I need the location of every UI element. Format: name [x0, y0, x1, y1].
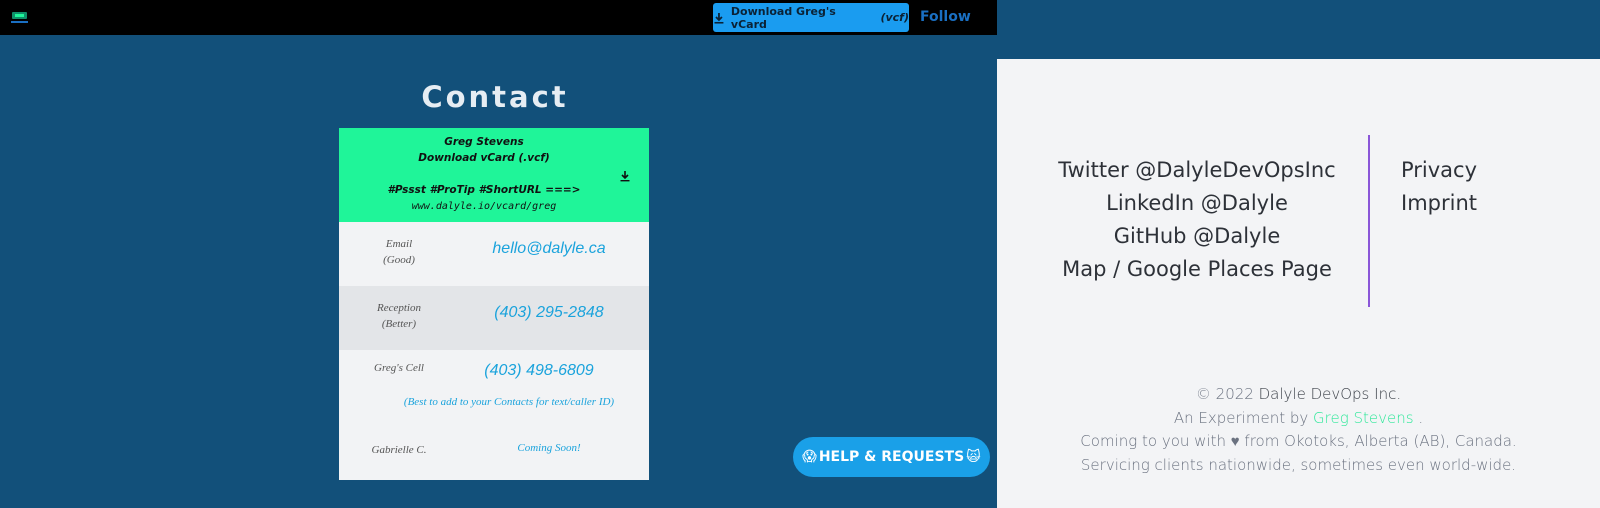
help-requests-button[interactable]: 😱 HELP & REQUESTS 🙀 [793, 437, 990, 477]
copyright-line: © 2022 Dalyle DevOps Inc. [997, 383, 1600, 407]
reception-label-line1: Reception [377, 302, 421, 314]
card-protip: #Pssst #ProTip #ShortURL ===> [387, 184, 581, 196]
copyright-year: © 2022 [1195, 385, 1254, 403]
contact-row-gabrielle: Gabrielle C. Coming Soon! [339, 428, 649, 480]
help-requests-label: HELP & REQUESTS [818, 449, 965, 465]
email-link[interactable]: hello@dalyle.ca [469, 240, 629, 258]
card-name: Greg Stevens [444, 136, 524, 148]
linkedin-link[interactable]: LinkedIn @Dalyle [1037, 187, 1357, 220]
contact-card: Greg Stevens Download vCard (.vcf) #Psss… [339, 128, 649, 480]
legal-links: Privacy Imprint [1387, 154, 1491, 220]
imprint-link[interactable]: Imprint [1387, 187, 1491, 220]
card-short-url[interactable]: www.dalyle.io/vcard/greg [339, 201, 629, 212]
email-label-line2: (Good) [383, 254, 415, 266]
follow-link[interactable]: Follow [920, 9, 971, 25]
contact-row-email: Email (Good) hello@dalyle.ca [339, 222, 649, 286]
email-label: Email (Good) [357, 236, 441, 268]
download-icon [714, 12, 724, 24]
email-label-line1: Email [385, 238, 413, 250]
top-navbar: Download Greg's vCard (vcf) Follow [0, 0, 997, 35]
download-vcard-button[interactable]: Download Greg's vCard (vcf) [713, 3, 909, 32]
cat-scream-emoji-icon: 🙀 [966, 449, 981, 465]
footer-top-band [997, 0, 1600, 59]
company-name: Dalyle DevOps Inc. [1258, 385, 1402, 403]
cell-note: (Best to add to your Contacts for text/c… [403, 396, 615, 408]
cell-phone-link[interactable]: (403) 498-6809 [459, 362, 619, 380]
gabrielle-value: Coming Soon! [517, 442, 581, 454]
greg-stevens-link[interactable]: Greg Stevens [1313, 409, 1414, 427]
experiment-prefix: An Experiment by [1173, 408, 1309, 427]
twitter-link[interactable]: Twitter @DalyleDevOpsInc [1037, 154, 1357, 187]
contact-row-reception: Reception (Better) (403) 295-2848 [339, 286, 649, 350]
card-download-text: Download vCard (.vcf) [418, 152, 550, 164]
service-line: Servicing clients nationwide, sometimes … [1080, 455, 1517, 474]
reception-label: Reception (Better) [357, 300, 441, 332]
download-vcard-label: Download Greg's vCard [730, 4, 836, 31]
page-title: Contact [421, 80, 569, 114]
contact-row-cell: Greg's Cell (403) 498-6809 (Best to add … [339, 350, 649, 418]
scream-emoji-icon: 😱 [802, 449, 817, 465]
vertical-divider [1368, 135, 1370, 307]
cell-label: Greg's Cell [374, 362, 424, 374]
social-links: Twitter @DalyleDevOpsInc LinkedIn @Dalyl… [1037, 154, 1357, 286]
google-places-link[interactable]: Map / Google Places Page [1037, 253, 1357, 286]
reception-label-line2: (Better) [381, 318, 417, 330]
location-line: Coming to you with ♥ from Okotoks, Alber… [1080, 432, 1517, 450]
experiment-line: An Experiment by Greg Stevens . [997, 407, 1600, 431]
download-icon[interactable] [619, 170, 631, 182]
reception-phone-link[interactable]: (403) 295-2848 [469, 304, 629, 322]
footer-text: © 2022 Dalyle DevOps Inc. An Experiment … [997, 383, 1600, 477]
privacy-link[interactable]: Privacy [1387, 154, 1491, 187]
gabrielle-label: Gabrielle C. [371, 444, 427, 456]
github-link[interactable]: GitHub @Dalyle [1037, 220, 1357, 253]
experiment-suffix: . [1418, 408, 1424, 427]
download-vcard-suffix: (vcf) [880, 11, 909, 24]
vcard-download-banner[interactable]: Greg Stevens Download vCard (.vcf) #Psss… [339, 128, 649, 222]
main-panel: Download Greg's vCard (vcf) Follow Conta… [0, 0, 997, 508]
dalyle-logo-icon[interactable] [9, 9, 30, 26]
footer-panel: Twitter @DalyleDevOpsInc LinkedIn @Dalyl… [997, 0, 1600, 508]
